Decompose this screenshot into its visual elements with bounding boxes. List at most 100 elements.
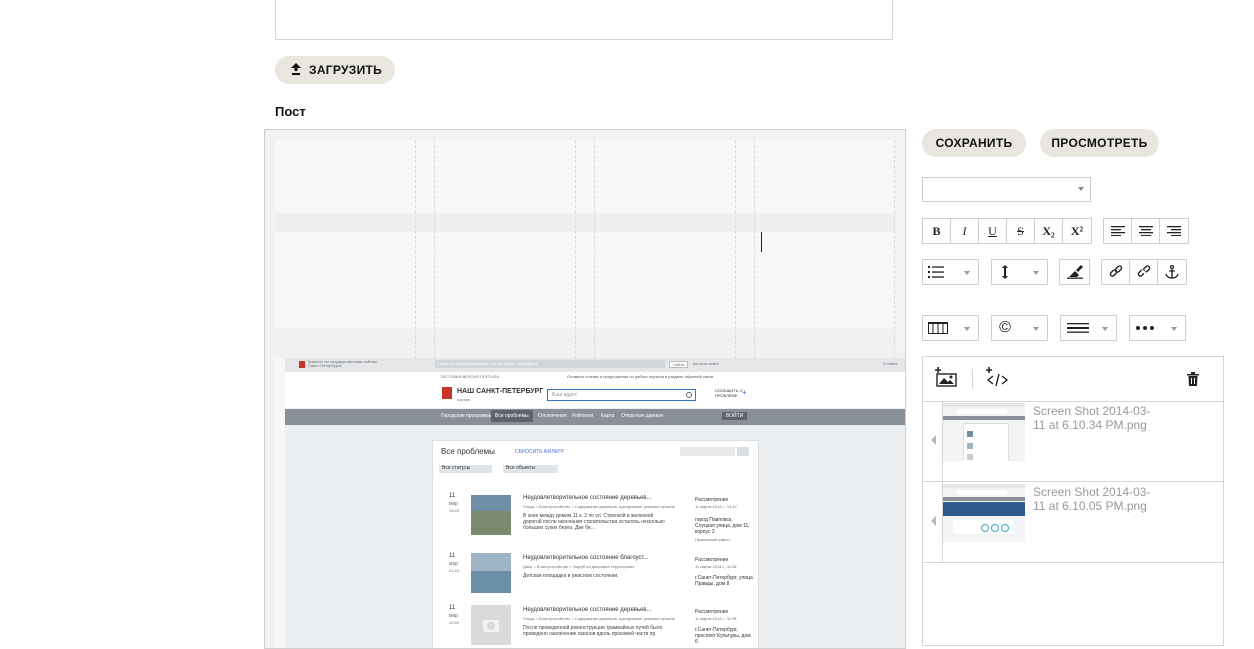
site-about-link: О сайте [883,361,898,366]
item-address: г.Санкт-Петербург, улица Правды, дом 8 [695,575,753,587]
post-label: Пост [275,104,306,119]
upload-button[interactable]: ЗАГРУЗИТЬ [275,56,395,84]
unlink-icon[interactable] [1130,260,1158,284]
anchor-icon[interactable] [1158,260,1186,284]
site-header: ТЕСТОВАЯ ВЕРСИЯ ПОРТАЛА Оставьте отзывы … [285,372,905,408]
more-dropdown[interactable] [1129,315,1186,341]
item-category: Улица > Благоустройство > Содержание дер… [523,616,675,621]
site-search-field: Поиск по государственным сайтам Санкт-Пе… [435,360,665,368]
item-day: 11 [449,605,456,611]
item-status: Рассмотрение [695,497,729,503]
superscript-button[interactable]: X² [1063,219,1091,243]
horizontal-rule-icon [1061,323,1095,333]
attachment-item[interactable]: Screen Shot 2014-03-11 at 6.10.05 PM.png [923,482,1223,563]
attachment-item[interactable]: Screen Shot 2014-03-11 at 6.10.34 PM.png [923,401,1223,482]
chevron-down-icon [1171,327,1177,331]
item-photo [471,553,511,593]
item-title: Неудовлетворительное состояние деревьев.… [523,495,652,501]
reset-filter-link: СБРОСИТЬ ФИЛЬТР [515,449,564,455]
item-address: город Павловск, Слуцкая улица, дом 11, к… [695,517,750,535]
align-toolbar [1103,218,1189,244]
item-day: 11 [449,493,456,499]
site-search-button: Найти [669,361,689,368]
attachments-toolbar [923,357,1223,402]
align-right-icon[interactable] [1160,219,1188,243]
site-owner-text: Комитет по государственным сайтам Санкт-… [308,359,377,368]
post-editor[interactable]: Комитет по государственным сайтам Санкт-… [264,129,906,649]
upload-icon [291,62,301,78]
site-report-link: СООБЩИТЬ О ПРОБЛЕМЕ [715,388,743,398]
align-left-icon[interactable] [1104,219,1132,243]
chevron-down-icon [1033,327,1039,331]
site-logo-title: НАШ САНКТ-ПЕТЕРБУРГ [457,388,544,395]
preview-button[interactable]: ПРОСМОТРЕТЬ [1040,129,1159,157]
site-topbar: Комитет по государственным сайтам Санкт-… [285,358,905,373]
problems-title: Все проблемы [441,447,495,456]
list-dropdown[interactable] [922,259,979,285]
line-height-dropdown[interactable] [991,259,1048,285]
site-nav-item: Рейтинги [572,413,594,419]
attachment-thumbnail [943,403,1025,461]
drag-handle-icon[interactable] [931,516,936,526]
item-month: мар [449,501,458,507]
link-icon[interactable] [1102,260,1130,284]
save-button[interactable]: СОХРАНИТЬ [922,129,1026,157]
site-nav-item-active: Все проблемы [491,410,533,422]
horizontal-rule-dropdown[interactable] [1060,315,1117,341]
insert-code-icon[interactable] [986,367,1010,392]
line-height-icon [992,265,1018,279]
list-icon [923,266,949,278]
item-text: После проведенной реконструкции трамвайн… [523,625,663,637]
item-time: 20:50 [449,620,460,625]
site-nav-item: Отключения [538,413,567,419]
site-nav-item: Городские программы [441,413,493,419]
item-text: Детская площадка в ужасном состоянии. [523,573,619,579]
insert-image-icon[interactable] [935,367,957,392]
crest-icon [299,361,305,368]
problems-search-field [680,447,735,456]
attachment-filename: Screen Shot 2014-03-11 at 6.10.05 PM.png [1033,485,1151,513]
align-center-icon[interactable] [1132,219,1160,243]
item-title: Неудовлетворительное состояние благоуст.… [523,555,649,561]
table-row-band [275,213,895,232]
item-text: В зоне между домом 11 к. 2 по ул. Стрелк… [523,513,665,531]
plus-icon: + [742,388,747,397]
site-address-field: Ваш адрес [547,389,696,401]
text-style-toolbar: B I U S X₂ X² [922,218,1092,244]
item-time: 21:24 [449,568,460,573]
site-search-placeholder: Поиск по государственным сайтам Санкт-Пе… [438,361,538,366]
attachment-thumbnail [943,484,1025,542]
table-dropdown[interactable] [922,315,979,341]
editor-content[interactable]: Комитет по государственным сайтам Санкт-… [275,140,905,648]
format-select[interactable] [922,177,1091,202]
subscript-button[interactable]: X₂ [1035,219,1063,243]
site-search-scope: на этом сайте [693,361,719,366]
problems-panel: Все проблемы СБРОСИТЬ ФИЛЬТР Все статусы… [432,440,759,648]
item-title: Неудовлетворительное состояние деревьев.… [523,607,652,613]
symbol-dropdown[interactable]: © [991,315,1048,341]
site-login-button: ВОЙТИ [722,412,748,420]
status-filter: Все статусы [439,465,492,473]
italic-button[interactable]: I [951,219,979,243]
item-day: 11 [449,553,456,559]
camera-icon [483,620,499,632]
description-textarea[interactable] [275,0,893,40]
site-nav-item: Открытые данные [621,413,664,419]
drag-handle-icon[interactable] [931,435,936,445]
item-category: Улица > Благоустройство > Содержание дер… [523,504,675,509]
site-logo-icon [442,387,452,399]
site-nav-item: Карта [601,413,615,419]
item-date: 11 марта 2014 г., 11:28 [695,564,737,569]
bold-button[interactable]: B [923,219,951,243]
trash-icon[interactable] [1187,372,1199,391]
item-photo-placeholder [471,605,511,645]
feedback-text: Оставьте отзывы и предложения по работе … [567,374,714,379]
chevron-down-icon [964,271,970,275]
embedded-screenshot-image[interactable]: Комитет по государственным сайтам Санкт-… [285,358,905,648]
clear-format-icon[interactable] [1060,260,1089,284]
upload-label: ЗАГРУЗИТЬ [309,63,383,77]
strikethrough-button[interactable]: S [1007,219,1035,243]
underline-button[interactable]: U [979,219,1007,243]
item-district: Пушкинский район [695,537,730,542]
problems-search-button [737,447,749,456]
